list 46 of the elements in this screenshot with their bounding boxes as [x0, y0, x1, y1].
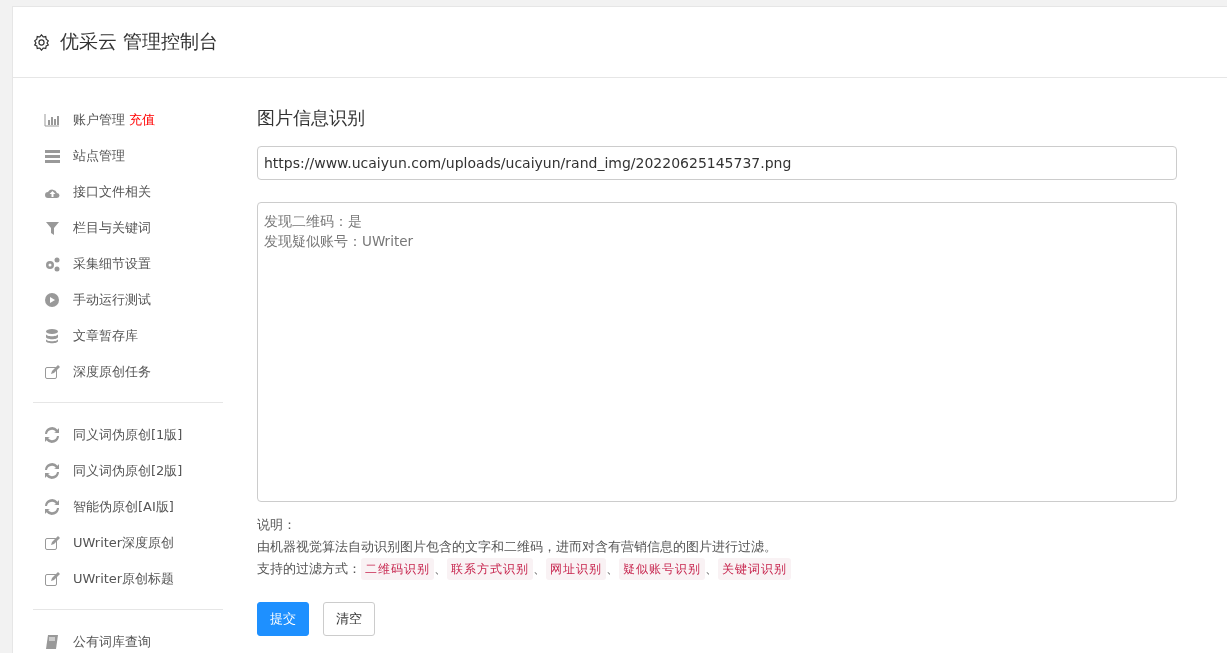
refresh-icon	[44, 463, 61, 479]
database-icon	[44, 328, 61, 344]
filter-tag: 二维码识别	[361, 558, 434, 580]
filter-tag: 联系方式识别	[447, 558, 533, 580]
sidebar-item[interactable]: 同义词伪原创[2版]	[33, 453, 223, 489]
refresh-icon	[44, 499, 61, 515]
sidebar-item[interactable]: 深度原创任务	[33, 354, 223, 390]
description-text: 由机器视觉算法自动识别图片包含的文字和二维码，进而对含有营销信息的图片进行过滤。	[257, 538, 778, 556]
sidebar-item[interactable]: 站点管理	[33, 138, 223, 174]
separator: 、	[434, 560, 447, 578]
result-box[interactable]: 发现二维码：是 发现疑似账号：UWriter	[257, 202, 1177, 502]
edit-icon	[44, 571, 61, 587]
play-circle-icon	[44, 292, 61, 308]
result-line: 发现疑似账号：UWriter	[264, 232, 414, 252]
sidebar-item[interactable]: 文章暂存库	[33, 318, 223, 354]
sidebar-item[interactable]: 接口文件相关	[33, 174, 223, 210]
result-line: 发现二维码：是	[264, 212, 362, 231]
app-title: 优采云 管理控制台	[60, 29, 219, 54]
note-label: 说明：	[257, 516, 297, 534]
settings-icon	[33, 33, 50, 51]
section-title: 图片信息识别	[257, 106, 366, 130]
filter-tag: 网址识别	[546, 558, 606, 580]
edit-icon	[44, 364, 61, 380]
separator: 、	[533, 560, 546, 578]
separator: 、	[606, 560, 619, 578]
server-icon	[44, 148, 61, 164]
filters-label: 支持的过滤方式：	[257, 560, 361, 578]
sidebar-item[interactable]: 采集细节设置	[33, 246, 223, 282]
sidebar-item[interactable]: 公有词库查询	[33, 624, 223, 653]
sidebar-item[interactable]: 手动运行测试	[33, 282, 223, 318]
sidebar-item[interactable]: 同义词伪原创[1版]	[33, 417, 223, 453]
sidebar-item[interactable]: 智能伪原创[AI版]	[33, 489, 223, 525]
edit-icon	[44, 535, 61, 551]
refresh-icon	[44, 427, 61, 443]
sidebar-item[interactable]: 账户管理 充值	[33, 102, 223, 138]
book-icon	[44, 634, 61, 650]
sidebar-item[interactable]: 栏目与关键词	[33, 210, 223, 246]
filter-tag: 关键词识别	[718, 558, 791, 580]
filter-tag: 疑似账号识别	[619, 558, 705, 580]
separator: 、	[705, 560, 718, 578]
sidebar-item[interactable]: UWriter深度原创	[33, 525, 223, 561]
clear-button[interactable]: 清空	[323, 602, 375, 636]
sidebar-item[interactable]: UWriter原创标题	[33, 561, 223, 597]
url-field[interactable]: https://www.ucaiyun.com/uploads/ucaiyun/rand_img/20220625145737.png	[257, 146, 1177, 180]
bar-chart-icon	[44, 112, 61, 128]
filter-icon	[44, 220, 61, 236]
